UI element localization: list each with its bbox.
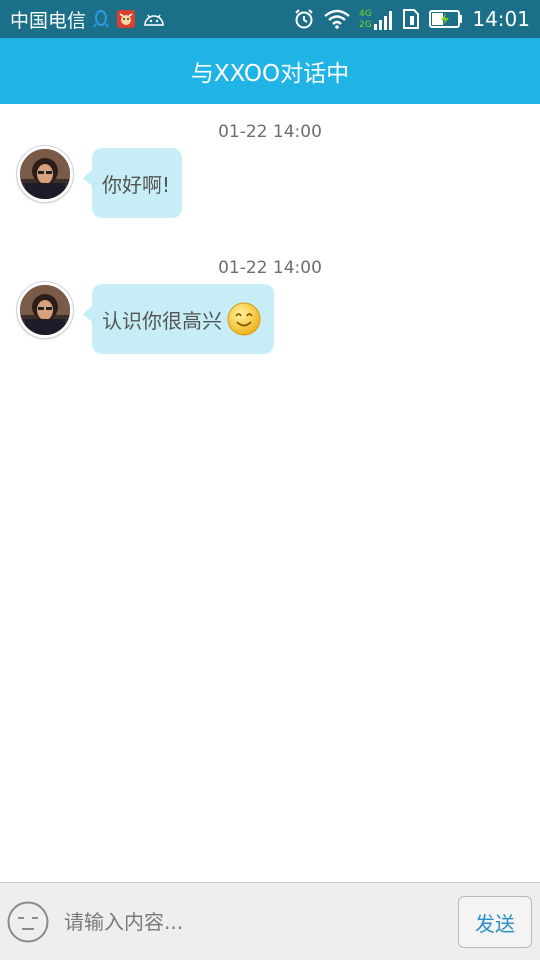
alarm-icon — [293, 8, 315, 30]
message-text: 认识你很高兴 — [102, 308, 222, 333]
sim-icon — [402, 9, 420, 29]
message-list[interactable]: 01-22 14:00 你好啊! 01-22 14:00 认识你很高兴 — [0, 104, 540, 882]
message-bubble[interactable]: 认识你很高兴 — [83, 284, 274, 354]
carrier-name: 中国电信 — [10, 9, 87, 32]
wifi-icon — [324, 9, 351, 29]
status-clock: 14:01 — [472, 7, 530, 31]
message-bubble[interactable]: 你好啊! — [82, 148, 183, 218]
qq-icon — [93, 9, 109, 29]
message-timestamp: 01-22 14:00 — [218, 258, 322, 278]
message-text: 你好啊! — [102, 172, 171, 197]
chat-title: 与XXOO对话中 — [190, 61, 350, 87]
status-right: 4G 2G 14:01 — [293, 6, 530, 32]
signal-icon: 4G 2G — [359, 6, 393, 32]
avatar[interactable] — [17, 146, 73, 202]
face-icon[interactable] — [6, 900, 50, 944]
status-left: 中国电信 — [10, 6, 165, 33]
status-bar: 中国电信 4G 2G 14:01 — [0, 0, 540, 38]
battery-charging-icon — [429, 10, 463, 28]
message-timestamp: 01-22 14:00 — [218, 122, 322, 142]
app-notification-icon — [116, 9, 136, 29]
smile-emoji-icon — [226, 301, 262, 337]
network-4g-label: 4G — [359, 9, 372, 19]
android-icon — [143, 11, 165, 27]
chat-header: 与XXOO对话中 — [0, 38, 540, 104]
send-button[interactable]: 发送 — [458, 896, 532, 948]
avatar[interactable] — [17, 282, 73, 338]
input-bar: 发送 — [0, 882, 540, 960]
network-2g-label: 2G — [359, 20, 372, 30]
message-input[interactable] — [64, 897, 444, 947]
